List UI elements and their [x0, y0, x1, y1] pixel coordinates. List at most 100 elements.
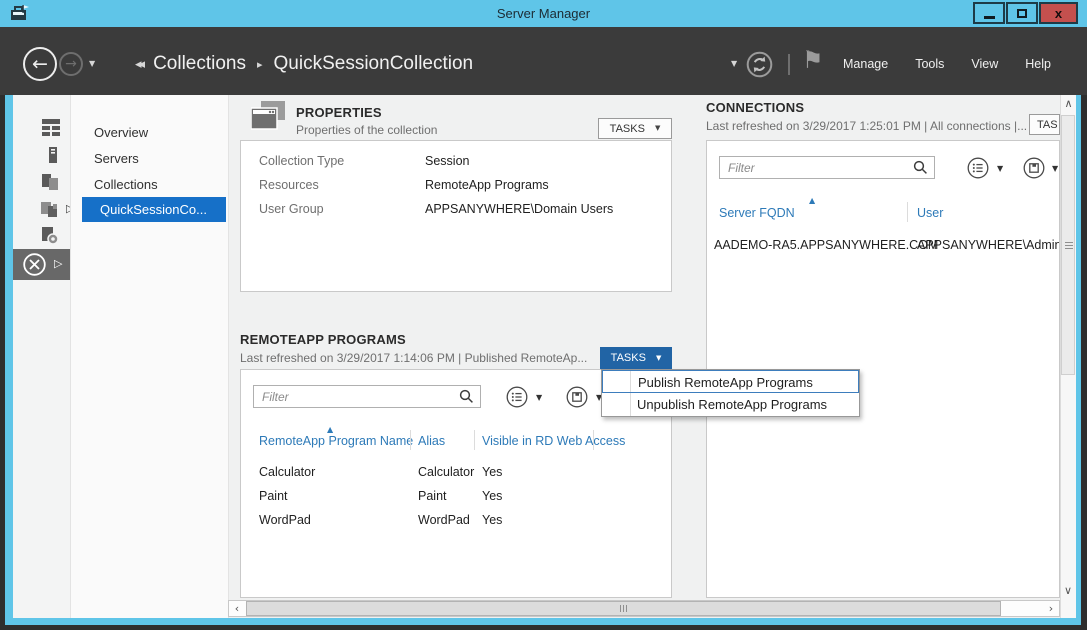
remoteapp-tasks-caret-icon: ▼	[656, 355, 661, 362]
breadcrumb-separator-icon: ▸	[257, 59, 263, 70]
menu-bar: Manage Tools View Help	[843, 57, 1051, 71]
window-border-left	[5, 95, 13, 625]
properties-tasks-label: TASKS	[610, 123, 645, 135]
sidebar-item-servers[interactable]: Servers	[94, 151, 139, 166]
cell-server-fqdn: AADEMO-RA5.APPSANYWHERE.COM	[714, 238, 938, 252]
scroll-grip	[1065, 245, 1073, 246]
cell-visible: Yes	[482, 465, 502, 479]
sidebar-menu	[70, 95, 228, 618]
menu-tools[interactable]: Tools	[915, 57, 944, 71]
column-separator	[593, 430, 594, 450]
field-value: Session	[425, 154, 469, 168]
breadcrumb-collapse-icon[interactable]: ◂◂	[135, 58, 142, 71]
properties-tasks-button[interactable]: TASKS ▼	[598, 118, 672, 139]
history-dropdown-caret-icon[interactable]: ▼	[89, 60, 95, 68]
menu-item-publish-remoteapp[interactable]: Publish RemoteApp Programs	[602, 370, 859, 393]
sidebar-icon-rail: ▷	[13, 95, 70, 618]
sidebar-item-remote-desktop-services[interactable]: ▷	[13, 249, 70, 280]
cell-program-name: WordPad	[259, 513, 311, 527]
column-header-program-name[interactable]: RemoteApp Program Name	[259, 434, 413, 448]
window-title: Server Manager	[0, 6, 1087, 21]
search-icon	[459, 389, 474, 404]
menu-view[interactable]: View	[971, 57, 998, 71]
list-view-caret-icon[interactable]: ▼	[997, 165, 1003, 173]
menu-help[interactable]: Help	[1025, 57, 1051, 71]
breadcrumb-collections[interactable]: Collections	[153, 53, 246, 75]
column-separator	[410, 430, 411, 450]
breadcrumb: ◂◂ Collections ▸ QuickSessionCollection	[135, 47, 473, 81]
remoteapp-filter-input[interactable]	[253, 385, 481, 408]
menu-manage[interactable]: Manage	[843, 57, 888, 71]
sidebar-item-file-storage-icon[interactable]	[40, 199, 60, 219]
list-view-icon[interactable]	[506, 386, 528, 408]
sidebar-selected-label: QuickSessionCo...	[100, 202, 207, 217]
minimize-button[interactable]	[973, 2, 1005, 24]
cell-alias: Paint	[418, 489, 447, 503]
field-label: Collection Type	[259, 154, 344, 168]
navbar-divider	[788, 54, 790, 75]
column-header-alias[interactable]: Alias	[418, 434, 445, 448]
field-label: Resources	[259, 178, 319, 192]
scroll-grip	[1065, 248, 1073, 249]
sort-ascending-icon: ▲	[327, 426, 333, 434]
navigation-bar: ← → ▼ ◂◂ Collections ▸ QuickSessionColle…	[0, 27, 1087, 95]
titlebar: Server Manager x	[0, 0, 1087, 27]
sidebar-item-overview[interactable]: Overview	[94, 125, 148, 140]
column-header-server-fqdn[interactable]: Server FQDN	[719, 206, 795, 220]
menu-item-unpublish-remoteapp[interactable]: Unpublish RemoteApp Programs	[602, 393, 859, 416]
remoteapp-panel-subtitle: Last refreshed on 3/29/2017 1:14:06 PM |…	[240, 351, 596, 365]
sort-ascending-icon: ▲	[809, 197, 815, 205]
sidebar-item-all-servers-icon[interactable]	[40, 172, 60, 192]
sidebar-item-quicksessioncollection[interactable]: QuickSessionCo...	[82, 197, 226, 222]
cell-visible: Yes	[482, 513, 502, 527]
maximize-icon	[1017, 9, 1027, 18]
back-button[interactable]: ←	[23, 47, 57, 81]
column-header-visible[interactable]: Visible in RD Web Access	[482, 434, 625, 448]
properties-panel-title: PROPERTIES	[296, 105, 382, 120]
save-query-icon[interactable]	[1023, 157, 1045, 179]
sidebar-item-server-role-icon[interactable]	[40, 226, 60, 246]
sidebar-item-dashboard-icon[interactable]	[41, 117, 61, 137]
refresh-dropdown-caret-icon[interactable]: ▼	[731, 60, 737, 68]
horizontal-scrollbar-thumb[interactable]	[246, 601, 1001, 616]
remoteapp-tasks-button[interactable]: TASKS ▼	[600, 347, 672, 369]
connections-tasks-label: TAS	[1037, 119, 1058, 131]
scroll-right-arrow[interactable]: ›	[1043, 601, 1059, 616]
window-border-bottom	[5, 618, 1081, 625]
cell-alias: WordPad	[418, 513, 470, 527]
properties-panel-subtitle: Properties of the collection	[296, 123, 437, 137]
save-query-caret-icon[interactable]: ▼	[1052, 165, 1058, 173]
breadcrumb-current-page: QuickSessionCollection	[274, 53, 474, 75]
rds-expand-icon: ▷	[54, 258, 62, 269]
cell-user: APPSANYWHERE\Adminis	[917, 238, 1060, 252]
vertical-scrollbar-thumb[interactable]	[1061, 115, 1075, 375]
column-header-user[interactable]: User	[917, 206, 943, 220]
list-view-icon[interactable]	[967, 157, 989, 179]
minimize-icon	[984, 16, 995, 19]
sidebar-item-collections[interactable]: Collections	[94, 177, 158, 192]
field-value: APPSANYWHERE\Domain Users	[425, 202, 613, 216]
sidebar-item-local-server-icon[interactable]	[43, 145, 63, 165]
list-view-caret-icon[interactable]: ▼	[536, 394, 542, 402]
scroll-down-arrow[interactable]: ∨	[1060, 583, 1076, 598]
field-value: RemoteApp Programs	[425, 178, 549, 192]
scroll-up-arrow[interactable]: ∧	[1061, 95, 1076, 112]
properties-panel-icon	[251, 101, 287, 133]
cell-alias: Calculator	[418, 465, 474, 479]
notifications-flag-icon[interactable]: ⚑	[802, 48, 824, 72]
forward-button[interactable]: →	[59, 52, 83, 76]
connections-filter-input[interactable]	[719, 156, 935, 179]
search-icon	[913, 160, 928, 175]
refresh-icon[interactable]	[746, 51, 773, 78]
menu-item-label: Publish RemoteApp Programs	[638, 375, 813, 390]
tasks-dropdown-menu: Publish RemoteApp Programs Unpublish Rem…	[601, 369, 860, 417]
save-query-icon[interactable]	[566, 386, 588, 408]
column-separator	[474, 430, 475, 450]
forward-arrow-icon: →	[65, 57, 77, 71]
connections-tasks-button[interactable]: TAS	[1029, 114, 1060, 135]
back-arrow-icon: ←	[32, 55, 48, 74]
scroll-left-arrow[interactable]: ‹	[229, 601, 245, 616]
close-button[interactable]: x	[1039, 2, 1078, 24]
remoteapp-panel-title: REMOTEAPP PROGRAMS	[240, 332, 406, 347]
maximize-button[interactable]	[1006, 2, 1038, 24]
